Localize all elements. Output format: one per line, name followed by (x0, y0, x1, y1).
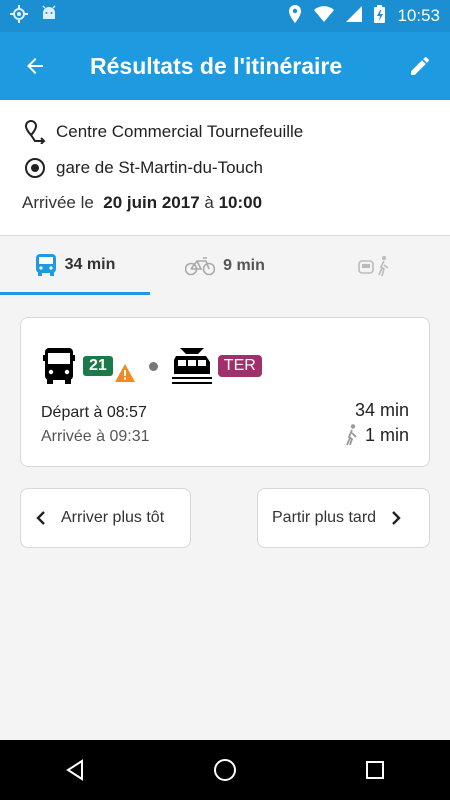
battery-charging-icon (374, 4, 386, 28)
tab-transit[interactable]: 34 min (0, 237, 150, 295)
chevron-right-icon (392, 511, 401, 525)
origin-label: Centre Commercial Tournefeuille (56, 122, 304, 141)
route-path-icon (22, 119, 48, 145)
circle-home-icon (214, 759, 236, 781)
square-recents-icon (366, 761, 384, 779)
android-icon (40, 4, 58, 28)
back-button[interactable] (0, 32, 70, 100)
nav-home-button[interactable] (195, 740, 255, 800)
arrival-prefix: Arrivée le (22, 193, 94, 212)
route-summary[interactable]: Centre Commercial Tournefeuille gare de … (0, 100, 450, 236)
train-icon (171, 348, 212, 384)
target-icon (22, 155, 48, 181)
tab-bicycle[interactable]: 9 min (150, 237, 300, 295)
signal-icon (346, 5, 363, 27)
arrival-at: à (204, 193, 214, 212)
nav-recents-button[interactable] (345, 740, 405, 800)
arrow-back-icon (27, 58, 43, 74)
walk-duration-row: 1 min (345, 424, 409, 446)
location-crosshair-icon (10, 4, 28, 28)
tab-car-walk[interactable] (300, 237, 450, 295)
arrival-time: Arrivée à 09:31 (41, 428, 150, 445)
walking-icon (346, 424, 357, 446)
leave-later-label: Partir plus tard (272, 509, 377, 526)
arrival-time-row[interactable]: Arrivée le 20 juin 2017 à 10:00 (22, 193, 262, 213)
tab-bicycle-label: 9 min (223, 257, 265, 274)
walk-duration: 1 min (364, 424, 409, 445)
nav-back-button[interactable] (45, 740, 105, 800)
car-walk-icon (358, 256, 389, 277)
edit-button[interactable] (390, 32, 450, 100)
ter-badge: TER (217, 355, 262, 377)
bicycle-icon (185, 257, 216, 276)
leave-later-button[interactable]: Partir plus tard (257, 488, 430, 548)
destination-row[interactable]: gare de St-Martin-du-Touch (22, 155, 263, 181)
pencil-icon (411, 56, 429, 75)
status-bar: 10:53 (0, 0, 450, 32)
chevron-left-icon (36, 511, 45, 525)
arrive-earlier-button[interactable]: Arriver plus tôt (20, 488, 191, 548)
page-title: Résultats de l'itinéraire (90, 52, 343, 79)
transport-modes: 21 TER (43, 346, 262, 386)
arrival-time: 10:00 (218, 193, 263, 212)
triangle-back-icon (66, 759, 83, 781)
clock-time: 10:53 (397, 6, 440, 25)
itinerary-result-card[interactable]: 21 TER Départ à 08:57 Arrivée à 09:31 34… (20, 317, 430, 467)
trip-duration: 34 min (354, 400, 409, 420)
bus-icon (43, 348, 75, 384)
separator-dot (148, 361, 158, 371)
origin-row[interactable]: Centre Commercial Tournefeuille (22, 119, 303, 145)
departure-time: Départ à 08:57 (41, 404, 147, 421)
bus-icon (35, 253, 56, 276)
app-bar: Résultats de l'itinéraire (0, 32, 450, 100)
arrival-date: 20 juin 2017 (103, 193, 200, 212)
destination-label: gare de St-Martin-du-Touch (56, 158, 263, 177)
wifi-icon (314, 5, 335, 27)
location-pin-icon (288, 4, 302, 28)
system-nav-bar (0, 740, 450, 800)
arrive-earlier-label: Arriver plus tôt (61, 509, 165, 526)
transport-mode-tabs: 34 min 9 min (0, 237, 450, 295)
tab-transit-label: 34 min (64, 255, 116, 273)
warning-icon (114, 364, 135, 382)
line-21-badge: 21 (83, 356, 113, 376)
